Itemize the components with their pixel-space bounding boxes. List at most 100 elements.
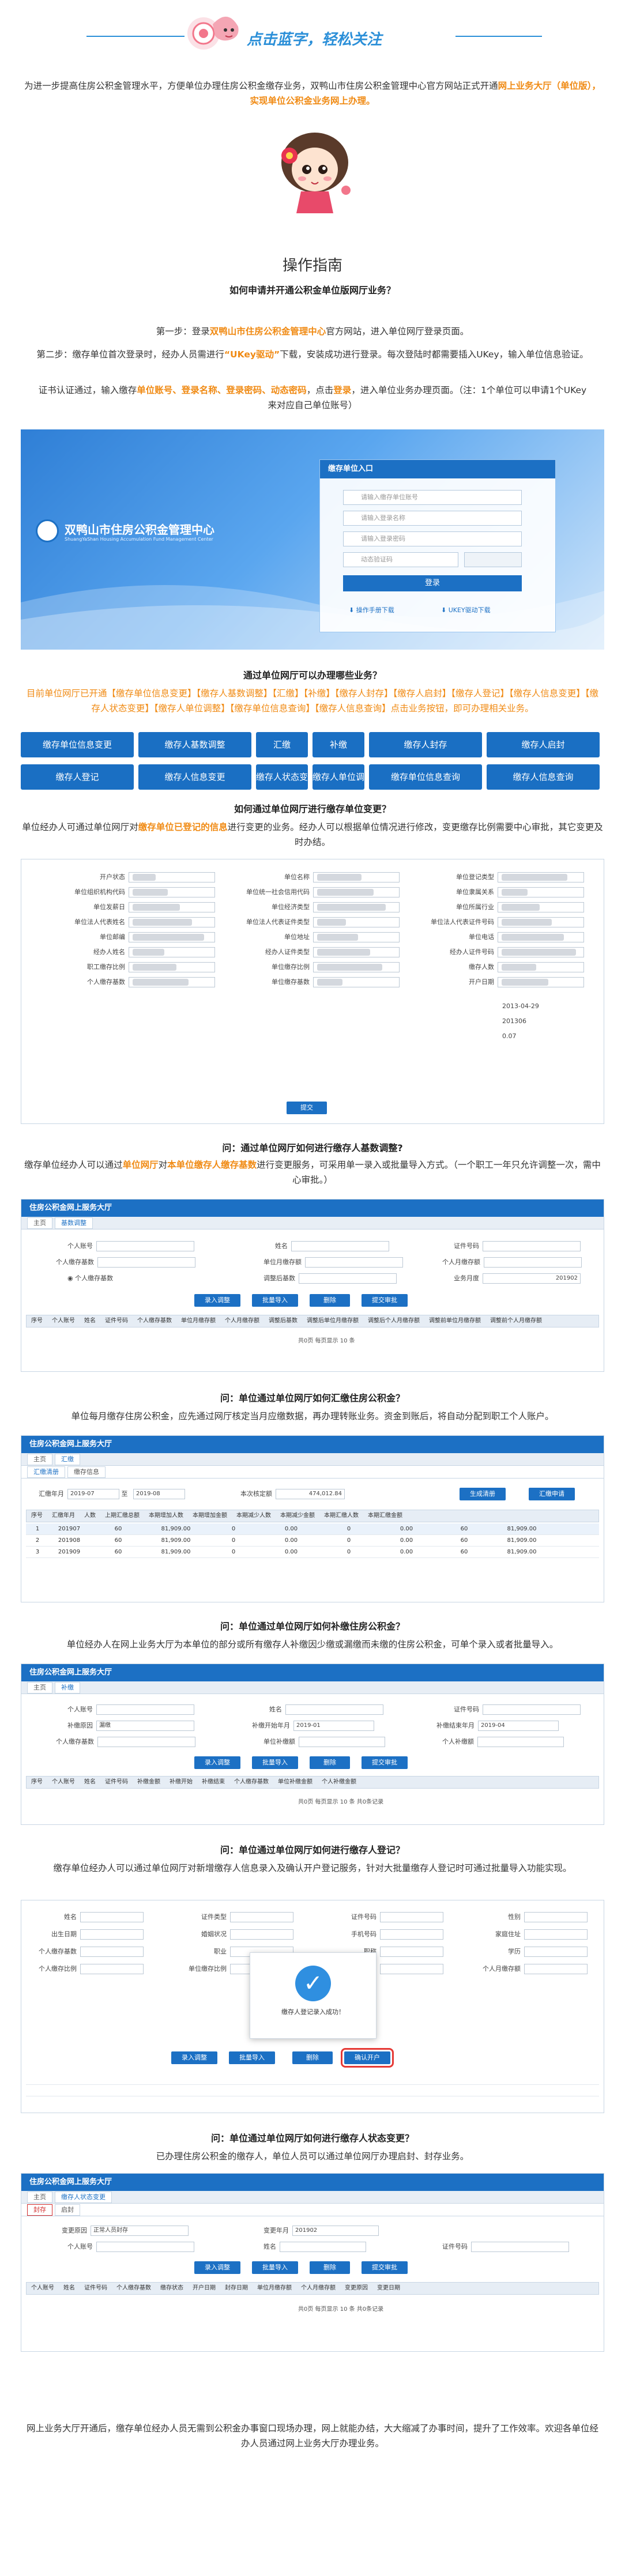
s2-col-1: 个人账号 <box>52 1318 75 1324</box>
s5-input-11[interactable] <box>524 1947 588 1957</box>
captcha-image[interactable] <box>464 552 522 567</box>
confirm-open-button[interactable]: 确认开户 <box>341 2048 394 2068</box>
s5-input-5[interactable] <box>230 1929 293 1940</box>
name-field[interactable] <box>291 1241 389 1251</box>
s1-heading: 如何通过单位网厅进行缴存单位变更？ <box>234 804 391 814</box>
s1-field-19: 单位缴存比例 <box>240 962 400 972</box>
delete-button[interactable]: 删除 <box>310 1294 350 1307</box>
s3-col-6: 本期减少人数 <box>236 1513 271 1519</box>
password-input[interactable]: 请输入登录密码 <box>343 531 522 546</box>
account-input[interactable]: 请输入缴存单位账号 <box>343 490 522 505</box>
business-button-8[interactable]: 缴存人状态变更 <box>256 764 308 808</box>
s1-input-11[interactable] <box>498 917 584 927</box>
s1-input-19[interactable] <box>313 962 400 972</box>
s1-input-21[interactable] <box>129 977 215 987</box>
s1-submit-button[interactable]: 提交 <box>287 1102 327 1114</box>
s5-input-3[interactable] <box>524 1912 588 1922</box>
entry-button[interactable]: 录入调整 <box>194 1294 240 1307</box>
s5-input-2[interactable] <box>380 1912 443 1922</box>
s1-input-8[interactable] <box>498 902 584 912</box>
s5-input-8[interactable] <box>80 1947 144 1957</box>
id-field[interactable] <box>483 1241 581 1251</box>
header-logo-icon <box>187 10 243 55</box>
s3-col-3: 上期汇缴总额 <box>105 1513 140 1519</box>
s1-field-16: 经办人证件类型 <box>240 947 400 957</box>
tab-seal[interactable]: 封存 <box>27 2204 52 2216</box>
business-button-3[interactable]: 补缴 <box>312 732 364 757</box>
s1-input-5[interactable] <box>498 887 584 897</box>
s5-input-12[interactable] <box>80 1964 144 1974</box>
tab-home[interactable]: 主页 <box>27 1217 52 1229</box>
captcha-input[interactable]: 动态验证码 <box>343 552 458 567</box>
s2-pager[interactable]: 共0页 每页显示 10 条 <box>298 1336 355 1344</box>
s1-input-17[interactable] <box>498 947 584 957</box>
s1-input-10[interactable] <box>313 917 400 927</box>
subscribe-text[interactable]: 点击蓝字，轻松关注 <box>247 28 454 49</box>
s1-input-18[interactable] <box>129 962 215 972</box>
manual-download-link[interactable]: ⬇ 操作手册下载 <box>349 605 394 614</box>
username-input[interactable]: 请输入登录名称 <box>343 511 522 526</box>
s5-input-7[interactable] <box>524 1929 588 1940</box>
s2-col-3: 证件号码 <box>105 1318 128 1324</box>
s1-input-1[interactable] <box>313 872 400 882</box>
s6-col-7: 单位月缴存额 <box>257 2285 292 2291</box>
s1-input-6[interactable] <box>129 902 215 912</box>
tab-remit-list[interactable]: 汇缴清册 <box>27 1466 65 1478</box>
import-button[interactable]: 批量导入 <box>252 1294 298 1307</box>
s1-input-12[interactable] <box>129 932 215 942</box>
s1-input-9[interactable] <box>129 917 215 927</box>
s5-input-6[interactable] <box>380 1929 443 1940</box>
s1-field-8: 单位所属行业 <box>425 902 584 912</box>
business-button-7[interactable]: 缴存人信息变更 <box>138 764 251 790</box>
tab-base-adjust[interactable]: 基数调整 <box>55 1217 93 1229</box>
cell: 60 <box>460 1526 468 1532</box>
business-button-0[interactable]: 缴存单位信息变更 <box>21 732 134 757</box>
s1-input-14[interactable] <box>498 932 584 942</box>
s5-input-1[interactable] <box>230 1912 293 1922</box>
s1-input-15[interactable] <box>129 947 215 957</box>
business-button-10[interactable]: 缴存单位信息查询 <box>369 764 482 790</box>
s1-input-23[interactable] <box>498 977 584 987</box>
s1-input-16[interactable] <box>313 947 400 957</box>
s3-col-7: 本期减少金额 <box>280 1513 315 1519</box>
cell: 0 <box>231 1526 236 1532</box>
s1-input-3[interactable] <box>129 887 215 897</box>
base-radio[interactable]: ◉ 个人缴存基数 <box>67 1273 113 1283</box>
login-button[interactable]: 登录 <box>343 575 522 591</box>
s6-table-header: 个人账号 姓名 证件号码 个人缴存基数 缴存状态 开户日期 封存日期 单位月缴存额 个人月缴存额… <box>26 2282 599 2295</box>
remit-apply-button[interactable]: 汇缴申请 <box>529 1488 575 1500</box>
business-button-4[interactable]: 缴存人封存 <box>369 732 482 757</box>
s5-input-14[interactable] <box>380 1964 443 1974</box>
ukey-driver-download-link[interactable]: ⬇ UKEY驱动下载 <box>441 605 491 614</box>
s1-input-13[interactable] <box>313 932 400 942</box>
s5-input-10[interactable] <box>380 1947 443 1957</box>
s5-input-15[interactable] <box>524 1964 588 1974</box>
generate-list-button[interactable]: 生成清册 <box>460 1488 506 1500</box>
tab-payment-info[interactable]: 缴存信息 <box>67 1466 106 1478</box>
cell: 0 <box>347 1526 351 1532</box>
business-button-6[interactable]: 缴存人登记 <box>21 764 134 790</box>
s5-input-4[interactable] <box>80 1929 144 1940</box>
s5-input-0[interactable] <box>80 1912 144 1922</box>
business-button-9[interactable]: 缴存人单位调整 <box>312 764 364 808</box>
success-toast: ✓ 缴存人登记录入成功！ <box>250 1952 376 2039</box>
account-field[interactable] <box>96 1241 194 1251</box>
submit-button[interactable]: 提交审批 <box>362 1294 408 1307</box>
cell: 0.00 <box>284 1549 298 1555</box>
tab-unseal[interactable]: 启封 <box>55 2204 80 2216</box>
business-button-11[interactable]: 缴存人信息查询 <box>487 764 600 790</box>
business-button-2[interactable]: 汇缴 <box>256 732 308 757</box>
s1-input-4[interactable] <box>313 887 400 897</box>
s1-input-22[interactable] <box>313 977 400 987</box>
s1-input-7[interactable] <box>313 902 400 912</box>
s3-heading: 问：单位通过单位网厅如何汇缴住房公积金？ <box>220 1393 405 1404</box>
business-button-5[interactable]: 缴存人启封 <box>487 732 600 757</box>
s4-col-9: 个人补缴金额 <box>322 1779 356 1785</box>
s1-input-20[interactable] <box>498 962 584 972</box>
s1-input-2[interactable] <box>498 872 584 882</box>
s1-field-23: 开户日期 <box>425 977 584 987</box>
business-button-1[interactable]: 缴存人基数调整 <box>138 732 251 757</box>
s1-field-5: 单位隶属关系 <box>425 887 584 897</box>
s6-col-2: 证件号码 <box>84 2285 107 2291</box>
s1-input-0[interactable] <box>129 872 215 882</box>
